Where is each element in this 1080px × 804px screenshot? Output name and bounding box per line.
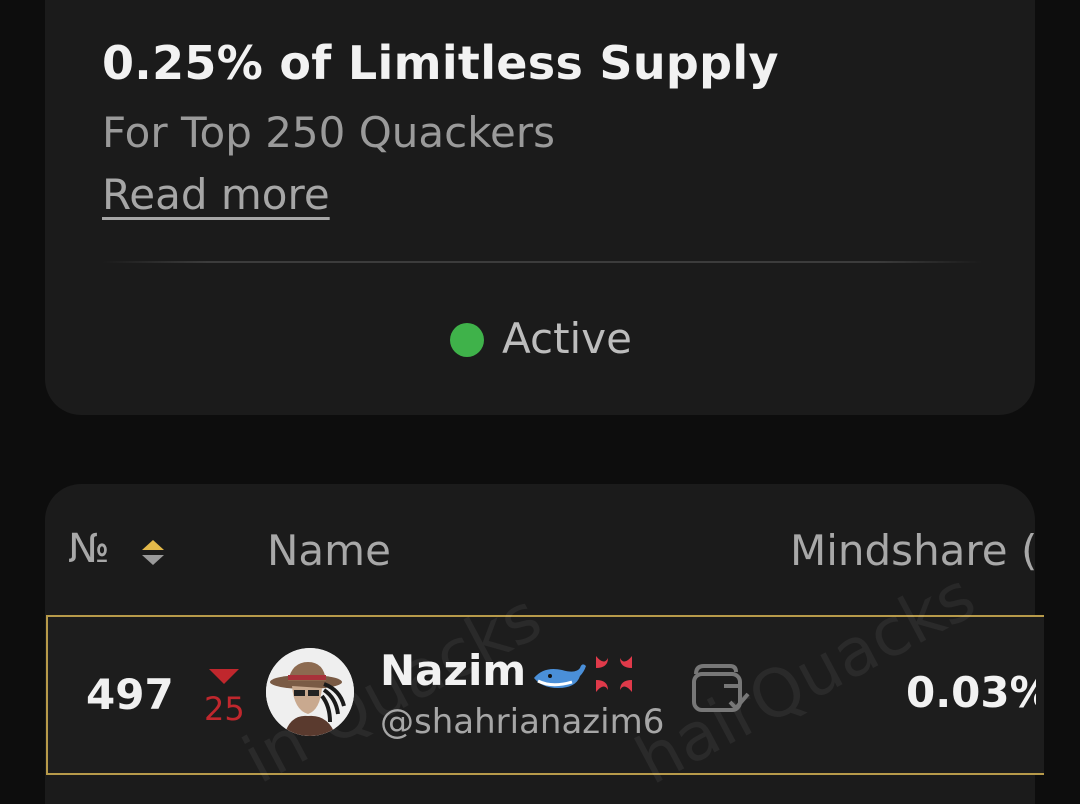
mindshare-value: 0.03% — [906, 668, 1036, 717]
whale-icon — [534, 664, 586, 688]
avatar[interactable] — [266, 648, 354, 736]
status-label: Active — [502, 314, 632, 363]
mindshare-column-header[interactable]: Mindshare ( — [790, 526, 1035, 575]
name-column-header: Name — [267, 526, 391, 575]
status-dot-icon — [450, 323, 484, 357]
card-divider — [102, 261, 982, 263]
user-badges — [534, 656, 632, 692]
campaign-subtitle: For Top 250 Quackers — [102, 108, 556, 157]
row-rank: 497 — [86, 670, 174, 719]
wallet-check-icon[interactable] — [690, 660, 754, 716]
rank-column-header[interactable]: № — [68, 526, 110, 572]
rank-change-value: 25 — [204, 690, 245, 728]
user-handle[interactable]: @shahrianazim6 — [380, 702, 664, 742]
user-display-name[interactable]: Nazim — [380, 646, 526, 695]
sort-up-down-icon[interactable] — [140, 538, 166, 568]
anger-symbol-icon — [596, 656, 632, 692]
read-more-link[interactable]: Read more — [102, 170, 330, 219]
rank-down-arrow-icon — [209, 669, 239, 684]
campaign-title: 0.25% of Limitless Supply — [102, 36, 779, 90]
